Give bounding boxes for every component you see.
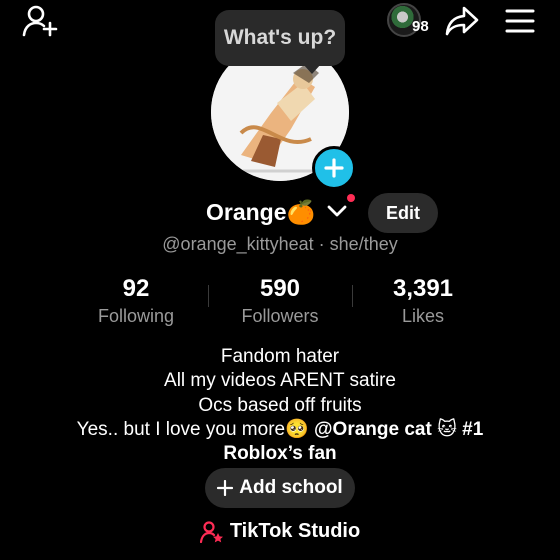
bio-mention[interactable]: @Orange cat 🐱 #1 [314,419,483,440]
bio-line-2: All my videos ARENT satire [164,370,396,391]
stat-followers[interactable]: 590 Followers [205,275,355,327]
separator-dot: · [318,234,330,254]
notification-dot [347,194,355,202]
plus-icon [217,480,234,496]
bio-line-3: Ocs based off fruits [198,395,362,416]
followers-count: 590 [259,275,301,302]
bio-line-1: Fandom hater [220,346,340,367]
plus-icon [324,158,344,178]
stat-following[interactable]: 92 Following [61,275,211,327]
bubble-tail [303,64,321,74]
studio-person-star-icon [199,520,223,543]
pronouns: she/they [329,234,398,254]
likes-label: Likes [401,306,445,326]
stat-likes[interactable]: 3,391 Likes [348,275,498,327]
status-bubble[interactable]: What's up? [215,10,345,66]
likes-count: 3,391 [392,275,454,302]
chevron-down-icon[interactable] [327,203,347,219]
add-friend-icon[interactable] [22,4,58,38]
bio-line-5: Roblox’s fan [223,443,337,464]
bio-text: Yes.. but I love you more🥺 [76,419,309,440]
menu-icon[interactable] [505,8,535,34]
username-handle: @orange_kittyheat [162,234,314,254]
edit-profile-button[interactable]: Edit [368,193,438,233]
handle-line: @orange_kittyheat · she/they [0,234,560,255]
display-name: Orange🍊 [206,199,316,225]
add-school-button[interactable]: Add school [205,468,355,508]
followers-label: Followers [241,306,319,326]
following-label: Following [97,306,175,326]
studio-label: TikTok Studio [229,520,361,542]
tiktok-studio-link[interactable]: TikTok Studio [0,520,560,543]
badge-count: 98 [412,18,429,35]
share-icon[interactable] [444,4,480,38]
following-count: 92 [122,275,150,302]
add-school-label: Add school [239,477,343,498]
bio-line-4: Yes.. but I love you more🥺 @Orange cat 🐱… [0,418,560,442]
add-story-button[interactable] [312,146,356,190]
